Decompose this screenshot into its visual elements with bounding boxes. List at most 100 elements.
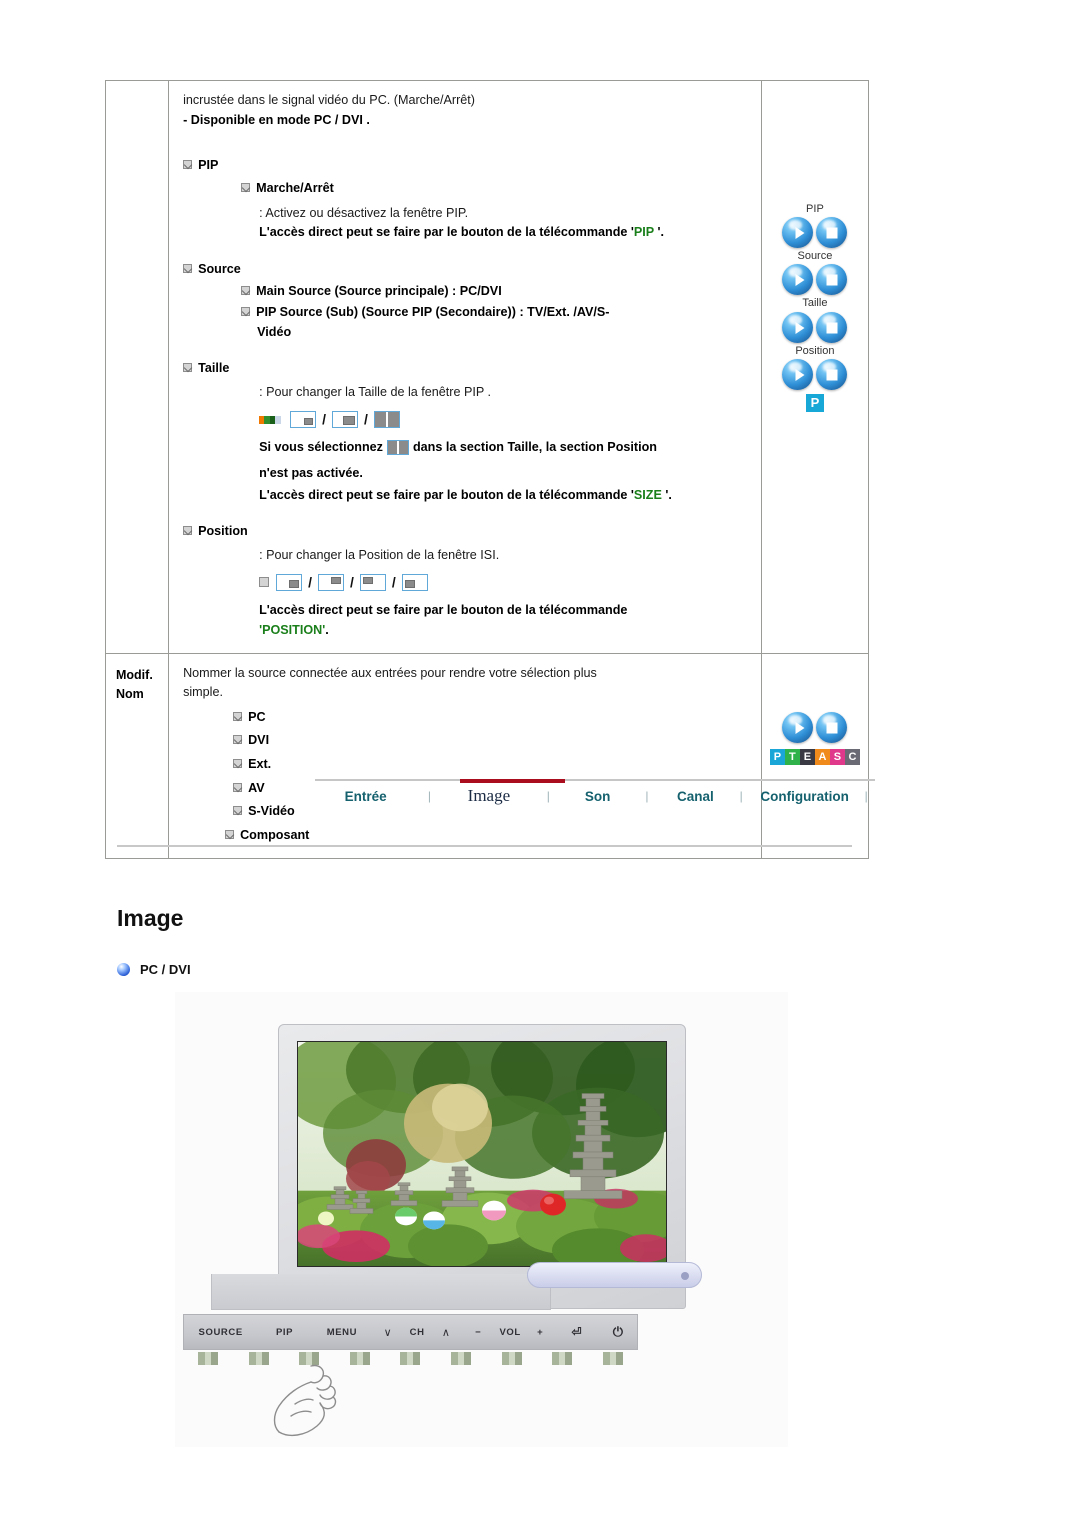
nav-items: Entrée | Image | Son | Canal | Configura…	[315, 786, 875, 806]
table-row-pip: incrustée dans le signal vidéo du PC. (M…	[104, 80, 870, 654]
pip-subtitle: Marche/Arrêt	[256, 180, 334, 195]
stop-sphere-icon[interactable]	[816, 358, 848, 390]
tab-canal[interactable]: Canal	[660, 789, 730, 804]
play-sphere-icon[interactable]	[782, 217, 814, 249]
tab-configuration[interactable]: Configuration	[752, 789, 858, 804]
monitor-side-bar	[527, 1262, 702, 1288]
modif-nom-body-line2: simple.	[183, 685, 223, 700]
modif-nom-line2: Nom	[116, 686, 144, 701]
foot-pad	[451, 1352, 471, 1365]
nav-separator: |	[546, 789, 550, 803]
power-icon[interactable]: ⏻	[599, 1324, 637, 1340]
position-options: / / /	[259, 572, 749, 594]
square-bullet-icon	[233, 735, 243, 745]
taille-note-c: n'est pas activée.	[259, 466, 363, 481]
modif-nom-line1: Modif.	[116, 667, 153, 682]
pip-desc: : Activez ou désactivez la fenêtre PIP.	[259, 205, 469, 220]
enter-icon[interactable]: ⏎	[554, 1325, 599, 1339]
position-direct-access: L'accès direct peut se faire par le bout…	[259, 603, 628, 618]
tab-son[interactable]: Son	[562, 789, 634, 804]
icon-group-taille: Taille	[762, 297, 868, 343]
main-source-label: Main Source (Source principale) : PC/DVI	[256, 284, 502, 299]
foot-pad	[552, 1352, 573, 1365]
stop-sphere-icon[interactable]	[816, 217, 848, 249]
list-item-main-source: Main Source (Source principale) : PC/DVI	[241, 282, 749, 302]
taille-title: Taille	[198, 361, 230, 376]
tab-entree[interactable]: Entrée	[315, 789, 416, 804]
square-bullet-icon	[241, 307, 251, 317]
square-bullet-icon	[241, 286, 251, 296]
label-ch: CH	[409, 1326, 425, 1338]
pointing-hand-icon	[273, 1364, 337, 1437]
button-channel-up[interactable]: ∧	[430, 1326, 462, 1339]
play-sphere-icon[interactable]	[782, 711, 814, 743]
square-bullet-icon	[233, 806, 243, 816]
button-volume-up[interactable]: +	[526, 1327, 554, 1338]
garden-photo	[298, 1042, 666, 1266]
monitor-feet	[183, 1352, 638, 1366]
button-channel-down[interactable]: ∨	[372, 1326, 404, 1339]
button-pip[interactable]: PIP	[257, 1327, 312, 1338]
foot-pad	[501, 1352, 522, 1365]
pip-direct-suffix: '.	[657, 225, 664, 240]
intro-line: incrustée dans le signal vidéo du PC. (M…	[183, 93, 475, 107]
color-bar-icon	[259, 415, 282, 424]
square-bullet-icon	[225, 830, 235, 840]
square-bullet-icon	[233, 711, 243, 721]
monitor-screen	[297, 1041, 667, 1267]
icon-group-source: Source	[762, 250, 868, 296]
p-badge-icon: P	[805, 393, 824, 412]
page-title: Image	[117, 905, 184, 931]
square-bullet-icon	[183, 160, 193, 170]
position-direct-key: 'POSITION'	[259, 622, 326, 637]
pip-direct-key: PIP	[633, 225, 654, 240]
stop-sphere-icon[interactable]	[816, 711, 848, 743]
remote-icon-stack: PIP Source Taille Position P	[762, 81, 868, 428]
sphere-pair	[762, 264, 868, 296]
button-menu[interactable]: MENU	[312, 1327, 372, 1338]
taille-direct-key: SIZE	[633, 487, 662, 502]
stop-sphere-icon[interactable]	[816, 264, 848, 296]
stop-sphere-icon[interactable]	[816, 311, 848, 343]
nav-separator: |	[864, 789, 868, 803]
list-item-label: AV	[248, 780, 265, 795]
taille-direct-suffix: '.	[665, 487, 672, 502]
modif-nom-body-line1: Nommer la source connectée aux entrées p…	[183, 665, 597, 680]
play-sphere-icon[interactable]	[782, 358, 814, 390]
sphere-pair	[762, 311, 868, 343]
play-sphere-icon[interactable]	[782, 264, 814, 296]
taille-desc: : Pour changer la Taille de la fenêtre P…	[259, 385, 492, 400]
row-body-cell: incrustée dans le signal vidéo du PC. (M…	[168, 80, 762, 654]
icon-group-position: Position P	[762, 345, 868, 412]
taille-note-b: dans la section Taille, la section Posit…	[412, 440, 657, 455]
button-source[interactable]: SOURCE	[184, 1327, 257, 1338]
list-item-label: Ext.	[248, 757, 272, 772]
taille-size-options: / /	[259, 409, 749, 431]
taille-direct-access: L'accès direct peut se faire par le bout…	[259, 486, 749, 506]
pteasc-letter-a: A	[814, 748, 830, 765]
square-bullet-icon	[233, 759, 243, 769]
square-bullet-icon	[259, 577, 270, 588]
foot-pad	[400, 1352, 421, 1365]
nav-top-rule	[315, 779, 875, 783]
pteasc-letter-c: C	[844, 748, 860, 765]
source-name-list: PC DVI Ext. AV S-Vidéo Composant	[225, 708, 749, 846]
pip-source-wrap: Vidéo	[257, 324, 292, 339]
separator-slash: /	[322, 410, 326, 427]
square-bullet-icon	[183, 526, 193, 536]
button-volume-down[interactable]: −	[462, 1327, 494, 1338]
taille-note: Si vous sélectionnez dans la section Tail…	[259, 438, 749, 458]
list-item-label: DVI	[248, 733, 270, 748]
foot-pad	[602, 1352, 623, 1365]
position-title: Position	[198, 524, 248, 539]
position-desc: : Pour changer la Position de la fenêtre…	[259, 547, 500, 562]
tab-image[interactable]: Image	[443, 786, 535, 806]
row-body-cell-modif-nom: Nommer la source connectée aux entrées p…	[168, 652, 762, 859]
pip-size-double-inline-icon	[386, 440, 409, 456]
play-sphere-icon[interactable]	[782, 311, 814, 343]
source-title: Source	[198, 261, 241, 276]
list-item: PC	[233, 708, 749, 728]
separator-slash: /	[308, 573, 312, 590]
icon-caption-source: Source	[797, 250, 833, 263]
list-item-label: PC	[248, 709, 266, 724]
